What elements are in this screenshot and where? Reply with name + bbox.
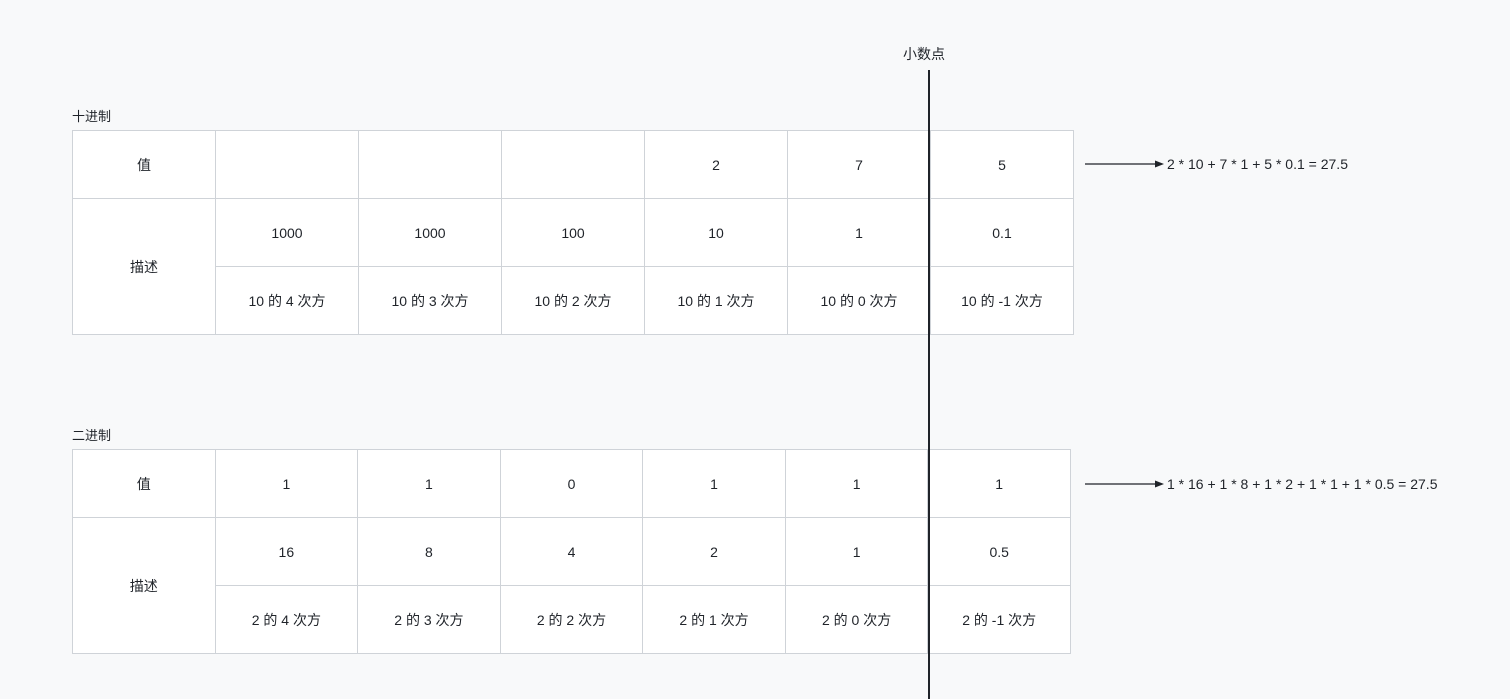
decimal-value-cell: 2 [644,130,788,199]
decimal-weight-cell: 100 [501,198,645,267]
binary-value-cell: 1 [784,449,929,518]
decimal-weight-cell: 10 [644,198,788,267]
decimal-weight-cell: 1 [787,198,931,267]
binary-weight-cell: 4 [499,517,644,586]
decimal-weight-row: 描述 1000 1000 100 10 1 0.1 [72,198,1074,335]
decimal-power-cell: 10 的 1 次方 [644,266,788,335]
decimal-point-line [928,70,930,699]
decimal-value-cell [215,130,359,199]
binary-power-cell: 2 的 2 次方 [499,585,644,654]
binary-power-cell: 2 的 3 次方 [357,585,501,654]
decimal-weight-cell: 1000 [358,198,502,267]
decimal-point-label: 小数点 [903,46,945,62]
decimal-power-cell: 10 的 3 次方 [358,266,502,335]
decimal-power-cell: 10 的 2 次方 [501,266,645,335]
decimal-value-cell: 7 [787,130,931,199]
decimal-arrow-icon [1085,160,1164,168]
binary-power-cell: 2 的 1 次方 [642,585,786,654]
decimal-desc-row-label: 描述 [72,198,216,335]
binary-value-row: 值 1 1 0 1 1 1 [72,449,1071,518]
decimal-weight-cell: 0.1 [930,198,1074,267]
binary-weight-row: 描述 16 8 4 2 1 0.5 [72,517,1071,654]
binary-power-cell: 2 的 0 次方 [784,585,929,654]
decimal-value-cell: 5 [930,130,1074,199]
decimal-power-row: 10 的 4 次方 10 的 3 次方 10 的 2 次方 10 的 1 次方 … [73,266,1074,335]
decimal-power-cell: 10 的 4 次方 [215,266,359,335]
decimal-table: 值 2 7 5 描述 1000 1000 100 10 1 0.1 10 的 4… [72,130,1074,335]
binary-formula: 1 * 16 + 1 * 8 + 1 * 2 + 1 * 1 + 1 * 0.5… [1167,476,1438,492]
binary-desc-row-label: 描述 [72,517,216,654]
binary-weight-cell: 0.5 [927,517,1071,586]
binary-power-cell: 2 的 -1 次方 [927,585,1071,654]
binary-value-cell: 0 [499,449,644,518]
binary-weight-cell: 8 [357,517,501,586]
decimal-power-cell: 10 的 0 次方 [787,266,931,335]
binary-power-cell: 2 的 4 次方 [214,585,359,654]
decimal-value-row-label: 值 [72,130,216,199]
decimal-value-cell [501,130,645,199]
binary-value-cell: 1 [927,449,1071,518]
binary-value-row-label: 值 [72,449,216,518]
decimal-value-row: 值 2 7 5 [72,130,1074,199]
binary-weight-cell: 1 [784,517,929,586]
decimal-value-cell [358,130,502,199]
binary-weight-cell: 2 [642,517,786,586]
binary-title: 二进制 [72,428,112,443]
decimal-title: 十进制 [72,109,112,124]
binary-weight-cell: 16 [214,517,359,586]
binary-table: 值 1 1 0 1 1 1 描述 16 8 4 2 1 0.5 2 的 4 次方… [72,449,1071,654]
binary-value-cell: 1 [357,449,501,518]
decimal-formula: 2 * 10 + 7 * 1 + 5 * 0.1 = 27.5 [1167,156,1348,172]
binary-arrow-icon [1085,480,1164,488]
binary-value-cell: 1 [214,449,359,518]
decimal-weight-cell: 1000 [215,198,359,267]
decimal-power-cell: 10 的 -1 次方 [930,266,1074,335]
binary-value-cell: 1 [642,449,786,518]
binary-power-row: 2 的 4 次方 2 的 3 次方 2 的 2 次方 2 的 1 次方 2 的 … [73,585,1071,654]
